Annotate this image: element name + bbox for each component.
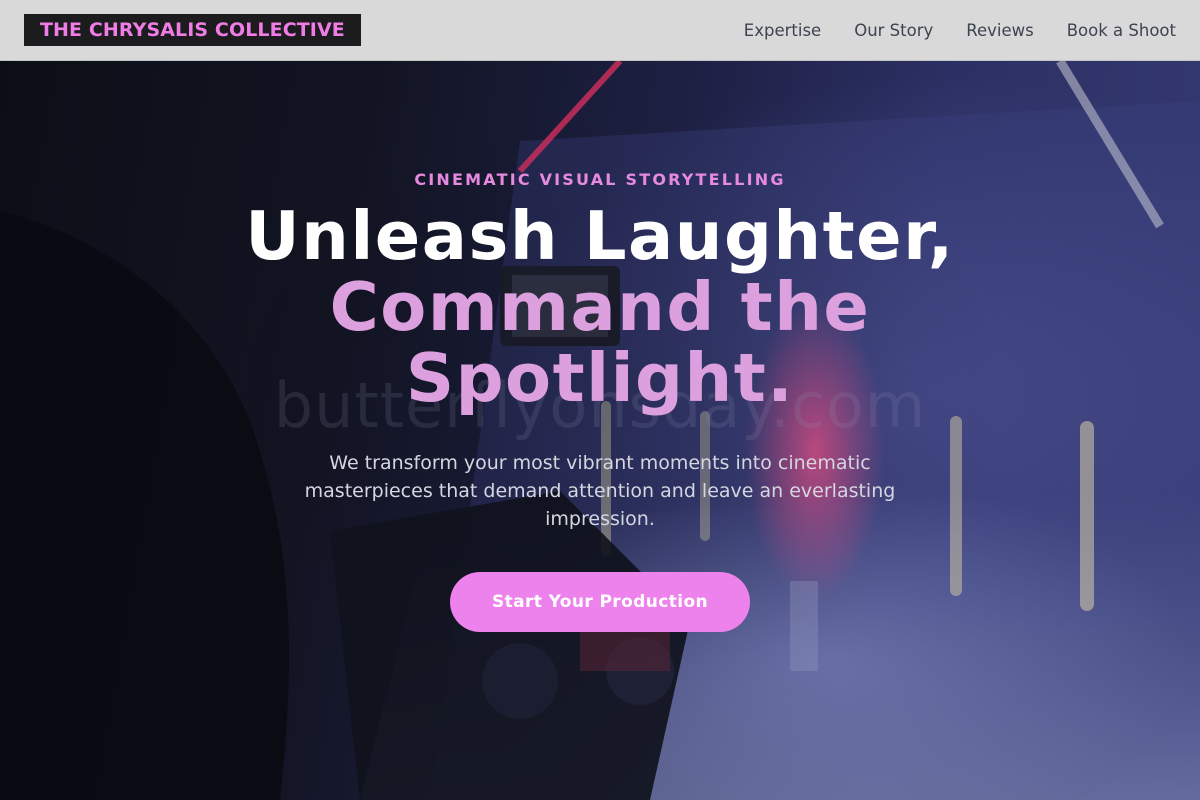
nav-link-reviews[interactable]: Reviews — [966, 21, 1033, 40]
site-header: THE CHRYSALIS COLLECTIVE Expertise Our S… — [0, 0, 1200, 61]
hero-description: We transform your most vibrant moments i… — [304, 452, 896, 530]
headline-line-1: Unleash Laughter, — [245, 197, 955, 275]
nav-link-expertise[interactable]: Expertise — [744, 21, 821, 40]
start-production-button[interactable]: Start Your Production — [450, 572, 750, 632]
nav-link-book-a-shoot[interactable]: Book a Shoot — [1067, 21, 1176, 40]
site-logo[interactable]: THE CHRYSALIS COLLECTIVE — [24, 14, 361, 46]
headline-line-2: Command the — [329, 268, 871, 346]
headline-line-3: Spotlight. — [405, 339, 795, 417]
hero-section: CINEMATIC VISUAL STORYTELLING butterflyo… — [0, 61, 1200, 800]
hero-headline: Unleash Laughter, Command the Spotlight. — [0, 201, 1200, 414]
nav-link-our-story[interactable]: Our Story — [854, 21, 933, 40]
hero-eyebrow: CINEMATIC VISUAL STORYTELLING — [414, 170, 786, 189]
main-nav: Expertise Our Story Reviews Book a Shoot — [744, 21, 1176, 40]
